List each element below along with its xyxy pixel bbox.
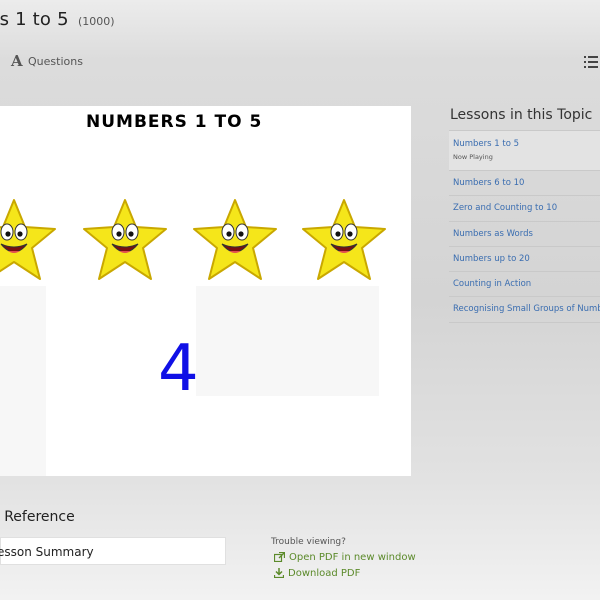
open-pdf-label: Open PDF in new window — [289, 552, 416, 563]
lesson-header: rs 1 to 5 (1000) — [0, 0, 600, 44]
questions-icon[interactable]: A — [11, 52, 23, 70]
lesson-item-label: Counting in Action — [453, 279, 532, 290]
lesson-item-numbers-as-words[interactable]: Numbers as Words — [449, 222, 600, 247]
star-icon — [298, 194, 390, 284]
external-link-icon — [273, 551, 286, 563]
lesson-toolbar — [0, 44, 600, 80]
lesson-item-numbers-1-to-5[interactable]: Numbers 1 to 5 Now Playing — [449, 131, 600, 171]
sidebar-title: Lessons in this Topic — [450, 107, 593, 123]
open-pdf-link[interactable]: Open PDF in new window — [273, 551, 416, 563]
lesson-item-label: Numbers up to 20 — [453, 253, 530, 264]
slide-panel — [0, 286, 46, 476]
lesson-item-label: Numbers 1 to 5 — [453, 139, 520, 149]
lesson-list: Numbers 1 to 5 Now Playing Numbers 6 to … — [449, 130, 600, 323]
lesson-summary-button[interactable]: esson Summary — [0, 537, 226, 565]
slide-panel — [196, 286, 379, 396]
lesson-summary-label: esson Summary — [0, 545, 94, 559]
reference-heading: r Reference — [0, 509, 75, 525]
view-count: (1000) — [78, 15, 115, 28]
now-playing-label: Now Playing — [453, 153, 493, 161]
star-icon — [189, 194, 281, 284]
trouble-viewing-text: Trouble viewing? — [271, 537, 346, 547]
download-pdf-label: Download PDF — [288, 568, 361, 579]
download-icon — [273, 568, 285, 579]
lesson-video[interactable]: NUMBERS 1 TO 5 4 — [0, 106, 411, 476]
list-icon[interactable] — [584, 56, 598, 68]
lesson-item-zero-and-counting[interactable]: Zero and Counting to 10 — [449, 196, 600, 222]
star-icon — [0, 194, 60, 284]
lesson-title: rs 1 to 5 — [0, 9, 69, 30]
counted-number: 4 — [158, 332, 199, 406]
lesson-item-numbers-6-to-10[interactable]: Numbers 6 to 10 — [449, 171, 600, 197]
lesson-item-label: Numbers as Words — [453, 228, 533, 239]
lesson-item-label: Zero and Counting to 10 — [453, 203, 558, 214]
lesson-item-label: Recognising Small Groups of Numbers — [453, 304, 600, 315]
lesson-item-label: Numbers 6 to 10 — [453, 178, 525, 188]
questions-tab[interactable]: Questions — [28, 55, 83, 68]
download-pdf-link[interactable]: Download PDF — [273, 568, 361, 579]
lesson-item-counting-in-action[interactable]: Counting in Action — [449, 272, 600, 298]
slide-heading: NUMBERS 1 TO 5 — [86, 112, 263, 132]
star-icon — [79, 194, 171, 284]
lesson-item-numbers-up-to-20[interactable]: Numbers up to 20 — [449, 247, 600, 273]
lesson-item-small-groups[interactable]: Recognising Small Groups of Numbers — [449, 297, 600, 323]
